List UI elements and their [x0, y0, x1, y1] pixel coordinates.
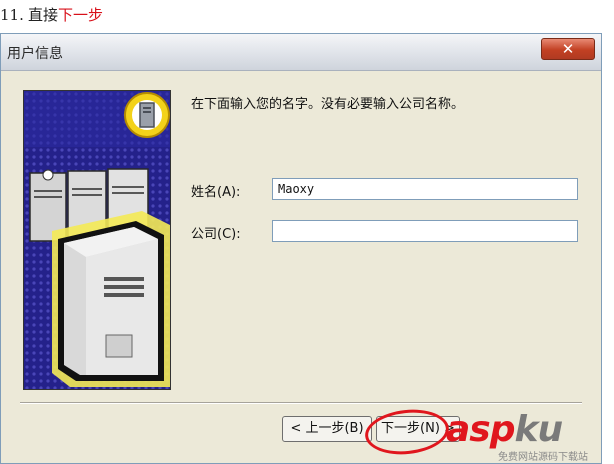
watermark-subtitle: 免费网站源码下载站 — [498, 452, 588, 463]
watermark-logo-ku: ku — [514, 409, 564, 450]
step-number: 11. — [0, 6, 24, 24]
back-button[interactable]: < 上一步(B) — [282, 416, 372, 442]
step-prefix: 直接 — [28, 6, 59, 24]
company-label: 公司(C): — [191, 227, 241, 242]
server-illustration-art — [24, 91, 170, 389]
close-icon: ✕ — [561, 40, 575, 58]
watermark-logo-main: asp — [446, 409, 515, 450]
footer-separator — [20, 402, 582, 404]
dialog-body: 在下面输入您的名字。没有必要输入公司名称。 姓名(A): Maoxy 公司(C)… — [6, 74, 596, 459]
company-input[interactable] — [272, 220, 578, 242]
instruction-text: 在下面输入您的名字。没有必要输入公司名称。 — [191, 97, 465, 112]
close-button[interactable]: ✕ — [541, 38, 595, 60]
window-title: 用户信息 — [7, 46, 63, 62]
name-label: 姓名(A): — [191, 185, 241, 200]
site-watermark: aspku 免费网站源码下载站 — [446, 410, 614, 464]
name-input[interactable]: Maoxy — [272, 178, 578, 200]
user-info-dialog: 用户信息 ✕ 在下面输入您的名字。没有必要输入公司名称。 姓名(A): Maox… — [0, 33, 602, 464]
watermark-logo: aspku — [446, 409, 564, 450]
main-server — [52, 211, 170, 387]
server-illustration — [23, 90, 171, 390]
cursor-blob — [42, 169, 54, 181]
step-header: 11. 直接下一步 — [0, 4, 103, 26]
step-highlight: 下一步 — [58, 6, 104, 24]
title-bar[interactable]: 用户信息 ✕ — [1, 34, 601, 71]
